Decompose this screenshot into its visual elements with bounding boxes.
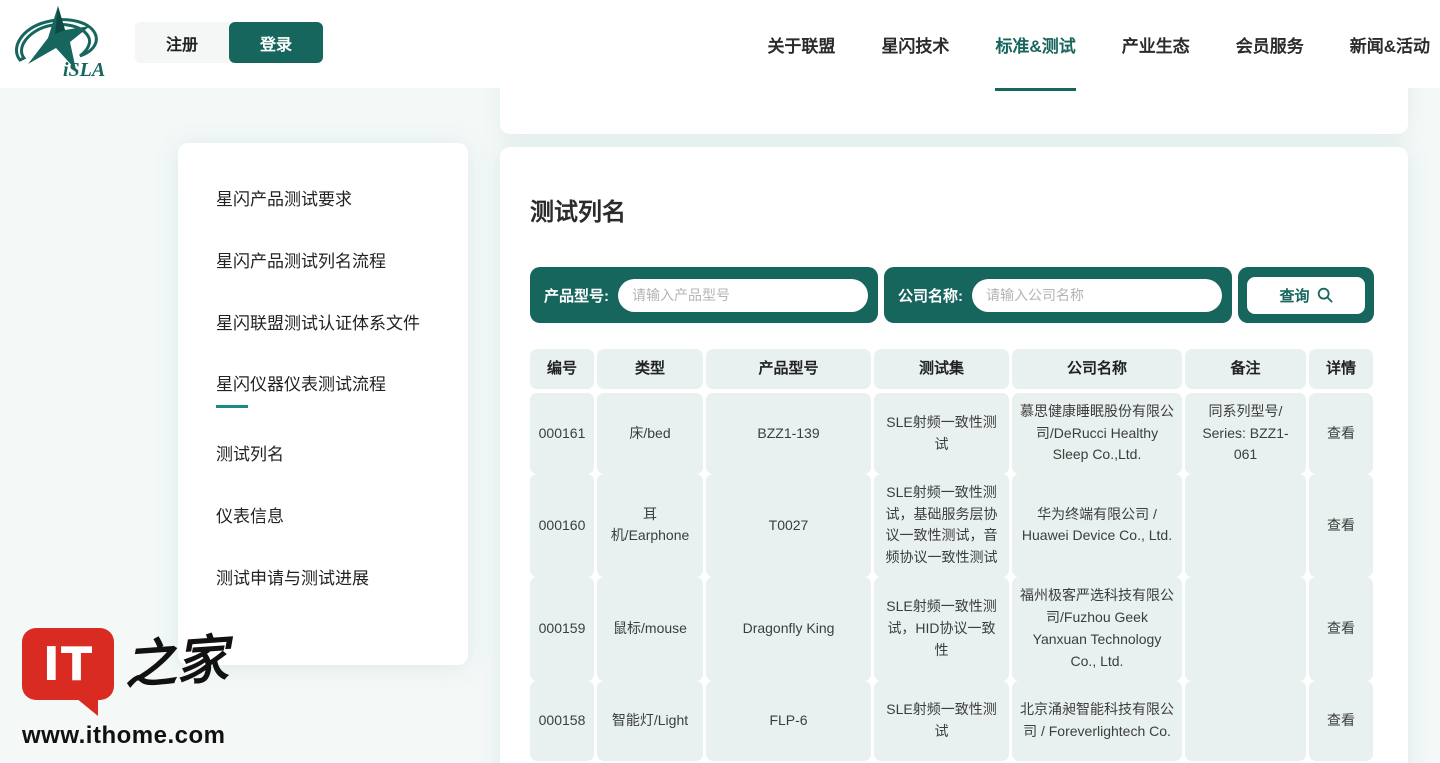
ithome-zhijia-text: 之家 [122, 630, 230, 694]
header-cell: 类型 [597, 349, 703, 389]
cell-type: 床/bed [597, 393, 703, 474]
auth-buttons: 注册 登录 [135, 22, 323, 63]
nav-item-4[interactable]: 会员服务 [1236, 22, 1304, 67]
product-model-label: 产品型号: [544, 285, 609, 306]
isla-logo-icon: iSLA [8, 4, 108, 84]
company-name-label: 公司名称: [898, 285, 963, 306]
cell-id: 000159 [530, 577, 594, 681]
sidebar-item-5[interactable]: 仪表信息 [216, 502, 444, 532]
main-nav: 关于联盟 星闪技术 标准&测试 产业生态 会员服务 新闻&活动 [767, 0, 1430, 88]
content-card: 测试列名 产品型号: 公司名称: 查询 编号类型产品型号测试集公司名称备注详情 … [500, 147, 1408, 763]
header-cell: 编号 [530, 349, 594, 389]
svg-text:iSLA: iSLA [63, 59, 105, 81]
sidebar: 星闪产品测试要求星闪产品测试列名流程星闪联盟测试认证体系文件星闪仪器仪表测试流程… [178, 143, 468, 665]
query-button-label: 查询 [1279, 285, 1309, 306]
cell-tests: SLE射频一致性测试，基础服务层协议一致性测试，音频协议一致性测试 [874, 474, 1009, 577]
cell-type: 鼠标/mouse [597, 577, 703, 681]
view-detail-link[interactable]: 查看 [1309, 681, 1373, 761]
sidebar-item-4[interactable]: 测试列名 [216, 440, 444, 470]
cell-note [1185, 577, 1306, 681]
sidebar-item-0[interactable]: 星闪产品测试要求 [216, 185, 444, 215]
test-listing-table: 编号类型产品型号测试集公司名称备注详情 000161床/bedBZZ1-139S… [530, 349, 1378, 761]
query-button-wrap: 查询 [1238, 267, 1374, 323]
sidebar-item-1[interactable]: 星闪产品测试列名流程 [216, 247, 444, 277]
ithome-logo-icon: IT [22, 628, 114, 700]
sidebar-item-label: 星闪联盟测试认证体系文件 [216, 309, 420, 339]
nav-item-5[interactable]: 新闻&活动 [1350, 22, 1430, 67]
product-model-input[interactable] [618, 279, 868, 312]
cell-id: 000158 [530, 681, 594, 761]
cell-model: FLP-6 [706, 681, 871, 761]
header-cell: 公司名称 [1012, 349, 1182, 389]
sidebar-item-6[interactable]: 测试申请与测试进展 [216, 564, 444, 594]
view-detail-link[interactable]: 查看 [1309, 474, 1373, 577]
cell-tests: SLE射频一致性测试 [874, 681, 1009, 761]
view-detail-link[interactable]: 查看 [1309, 393, 1373, 474]
cell-model: Dragonfly King [706, 577, 871, 681]
header-cell: 详情 [1309, 349, 1373, 389]
sidebar-item-3[interactable]: 星闪仪器仪表测试流程 [216, 370, 444, 408]
sidebar-item-label: 星闪产品测试列名流程 [216, 247, 386, 277]
login-button[interactable]: 登录 [229, 22, 323, 63]
table-header: 编号类型产品型号测试集公司名称备注详情 [530, 349, 1378, 389]
query-button[interactable]: 查询 [1247, 277, 1365, 314]
nav-item-3[interactable]: 产业生态 [1122, 22, 1190, 67]
company-name-input[interactable] [972, 279, 1222, 312]
sidebar-item-2[interactable]: 星闪联盟测试认证体系文件 [216, 309, 444, 339]
cell-model: BZZ1-139 [706, 393, 871, 474]
product-model-filter: 产品型号: [530, 267, 878, 323]
sidebar-item-label: 仪表信息 [216, 502, 284, 532]
cell-note [1185, 681, 1306, 761]
cell-tests: SLE射频一致性测试，HID协议一致性 [874, 577, 1009, 681]
cell-note [1185, 474, 1306, 577]
active-underline [216, 405, 248, 408]
page-title: 测试列名 [530, 192, 1378, 227]
nav-item-2[interactable]: 标准&测试 [995, 22, 1075, 67]
view-detail-link[interactable]: 查看 [1309, 577, 1373, 681]
top-header: iSLA 注册 登录 关于联盟 星闪技术 标准&测试 产业生态 会员服务 新闻&活动 [0, 0, 1440, 88]
cell-id: 000160 [530, 474, 594, 577]
table-row: 000160耳机/EarphoneT0027SLE射频一致性测试，基础服务层协议… [530, 474, 1378, 577]
cell-company: 福州极客严选科技有限公司/Fuzhou Geek Yanxuan Technol… [1012, 577, 1182, 681]
ithome-url: www.ithome.com [22, 722, 242, 750]
header-cell: 测试集 [874, 349, 1009, 389]
cell-company: 北京涌昶智能科技有限公司 / Foreverlightech Co. [1012, 681, 1182, 761]
cell-type: 智能灯/Light [597, 681, 703, 761]
sidebar-item-label: 测试列名 [216, 440, 284, 470]
cell-model: T0027 [706, 474, 871, 577]
ithome-watermark: IT 之家 www.ithome.com [22, 628, 242, 750]
table-row: 000161床/bedBZZ1-139SLE射频一致性测试慕思健康睡眠股份有限公… [530, 393, 1378, 474]
nav-item-1[interactable]: 星闪技术 [881, 22, 949, 67]
table-row: 000159鼠标/mouseDragonfly KingSLE射频一致性测试，H… [530, 577, 1378, 681]
nav-item-0[interactable]: 关于联盟 [767, 22, 835, 67]
header-cell: 产品型号 [706, 349, 871, 389]
sidebar-item-label: 星闪产品测试要求 [216, 185, 352, 215]
ithome-it-text: IT [43, 637, 94, 691]
cell-type: 耳机/Earphone [597, 474, 703, 577]
cell-company: 华为终端有限公司 / Huawei Device Co., Ltd. [1012, 474, 1182, 577]
cell-note: 同系列型号/ Series: BZZ1-061 [1185, 393, 1306, 474]
header-cell: 备注 [1185, 349, 1306, 389]
company-name-filter: 公司名称: [884, 267, 1232, 323]
table-body: 000161床/bedBZZ1-139SLE射频一致性测试慕思健康睡眠股份有限公… [530, 393, 1378, 761]
cell-id: 000161 [530, 393, 594, 474]
search-row: 产品型号: 公司名称: 查询 [530, 267, 1378, 323]
table-row: 000158智能灯/LightFLP-6SLE射频一致性测试北京涌昶智能科技有限… [530, 681, 1378, 761]
sidebar-item-label: 测试申请与测试进展 [216, 564, 369, 594]
cell-company: 慕思健康睡眠股份有限公司/DeRucci Healthy Sleep Co.,L… [1012, 393, 1182, 474]
cell-tests: SLE射频一致性测试 [874, 393, 1009, 474]
sidebar-item-label: 星闪仪器仪表测试流程 [216, 370, 386, 400]
register-button[interactable]: 注册 [135, 22, 229, 63]
search-icon [1317, 287, 1333, 303]
